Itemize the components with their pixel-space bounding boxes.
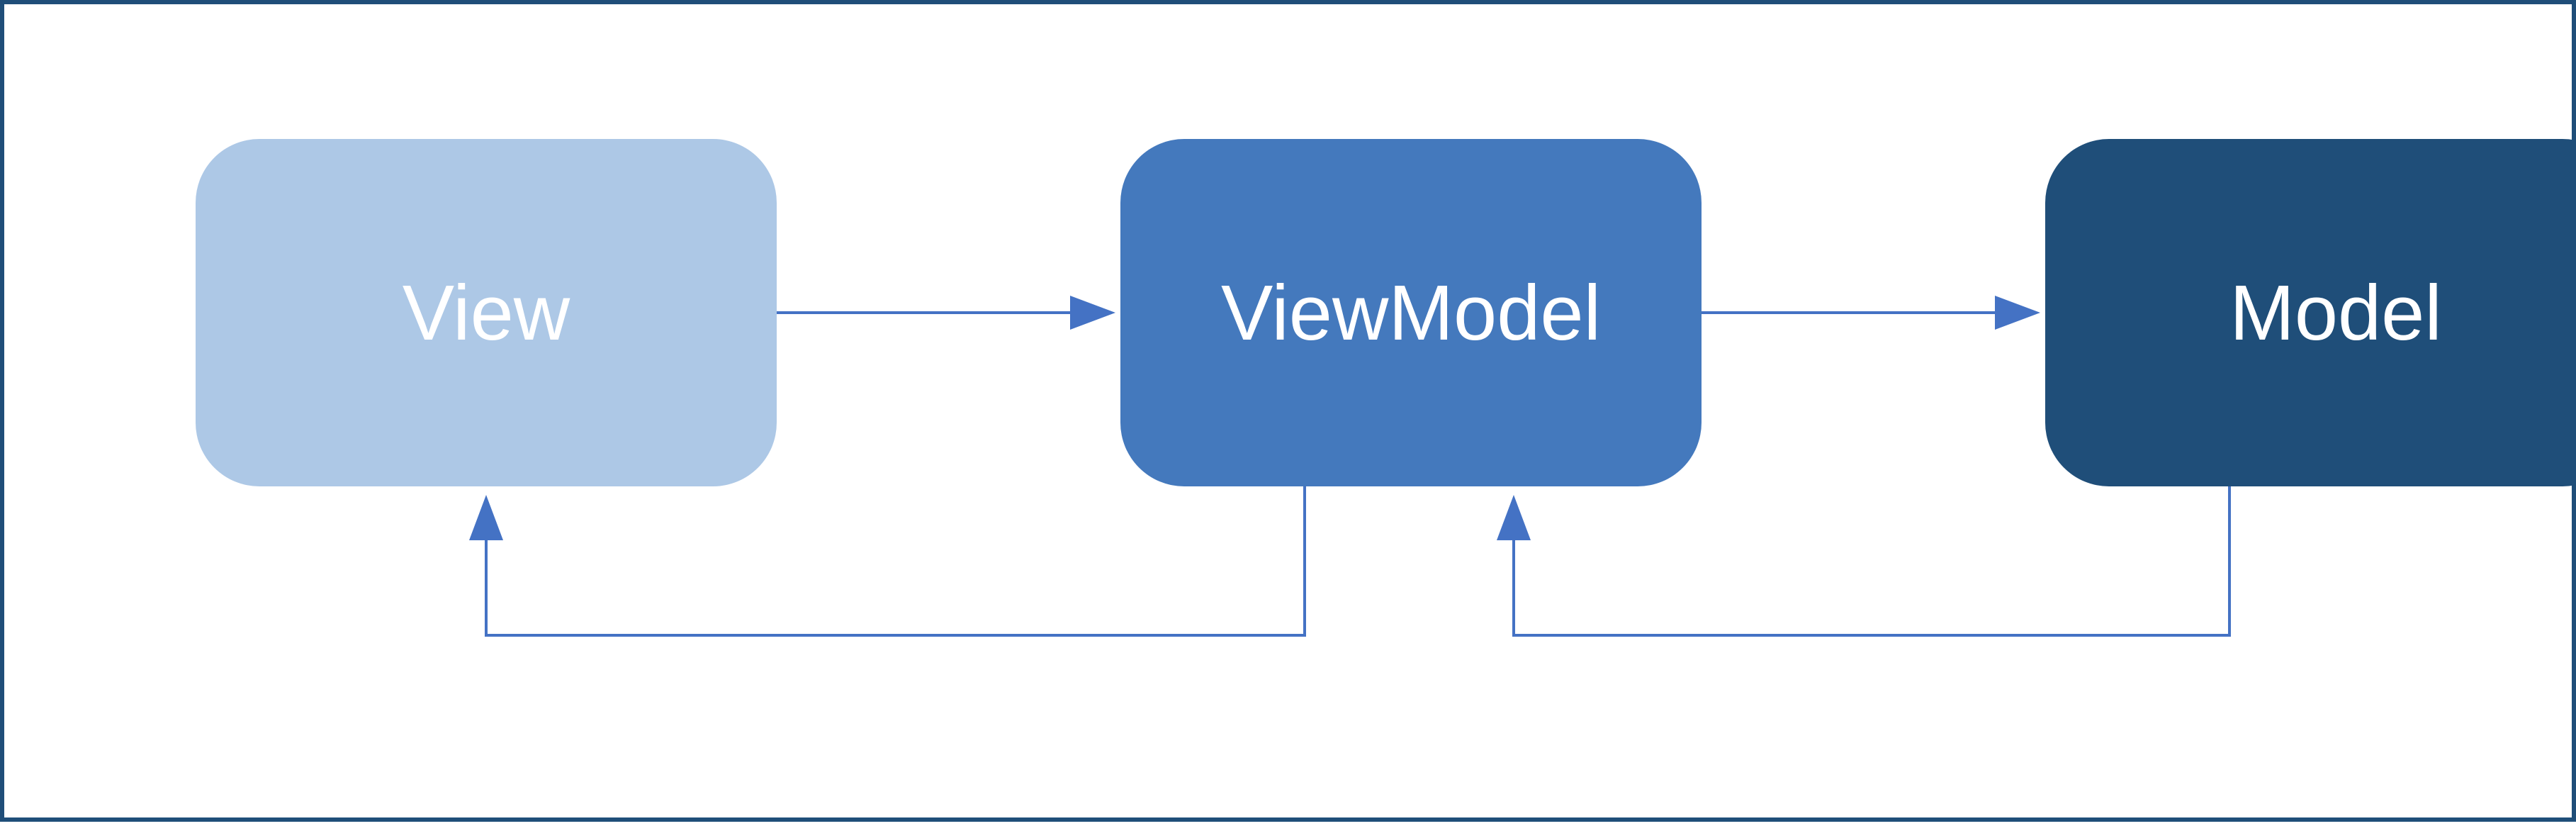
node-view-label: View [403,268,570,358]
node-viewmodel-label: ViewModel [1221,268,1601,358]
node-viewmodel: ViewModel [1120,139,1702,486]
node-model-label: Model [2229,268,2442,358]
arrow-model-to-viewmodel [1514,486,2229,635]
diagram-frame: View ViewModel Model [0,0,2576,822]
node-view: View [196,139,777,486]
node-model: Model [2045,139,2576,486]
arrow-viewmodel-to-view [486,486,1305,635]
